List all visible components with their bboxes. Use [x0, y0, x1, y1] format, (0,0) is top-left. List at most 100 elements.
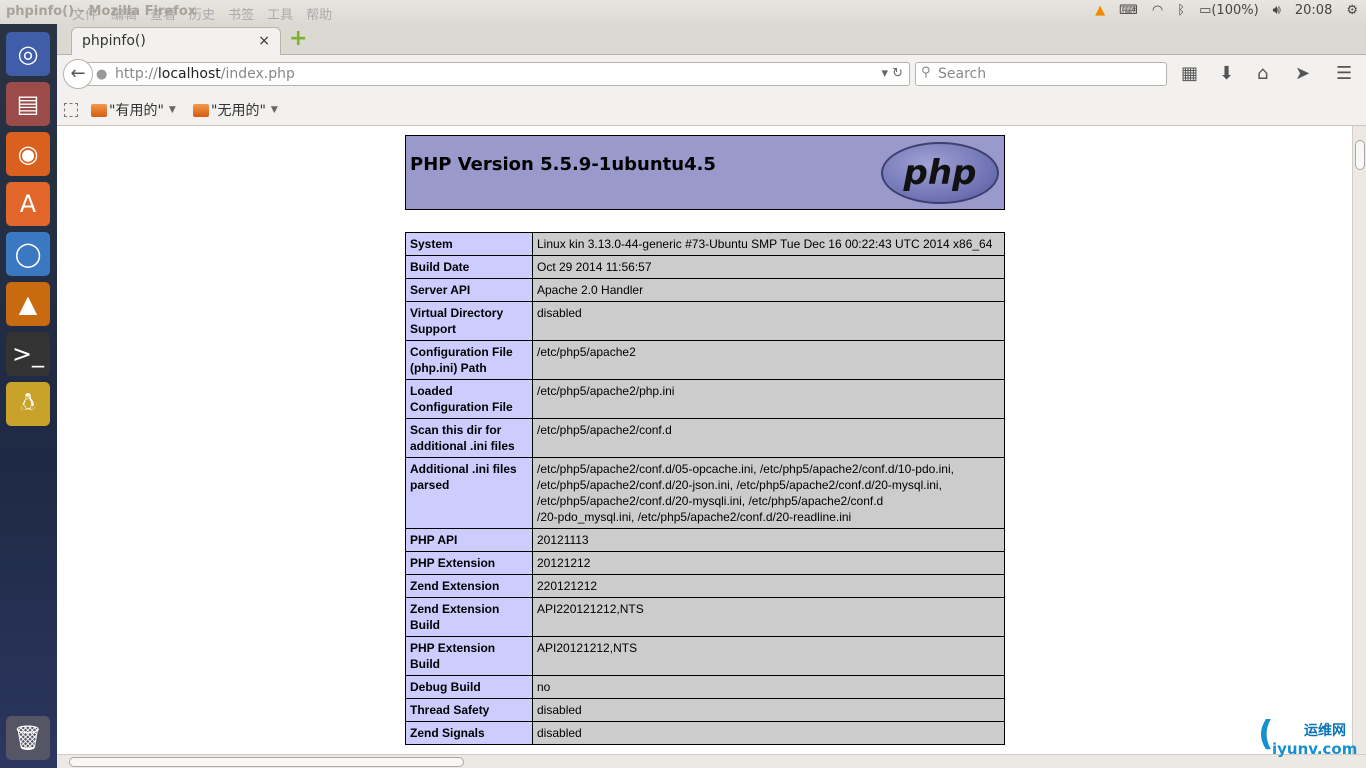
row-label: PHP API	[405, 528, 533, 552]
battery-icon: ▭	[1199, 3, 1212, 18]
firefox-icon[interactable]: ◉	[6, 132, 50, 176]
table-row: Configuration File (php.ini) Path/etc/ph…	[405, 340, 1005, 380]
php-info-table: System Linux kin 3.13.0-44-generic #73-Ub…	[405, 232, 1005, 745]
files-icon[interactable]: ▤	[6, 82, 50, 126]
launcher: ◎ ▤ ◉ A ◯ ▲ >_ 🐧︎ 🗑︎	[0, 24, 57, 768]
vlc-icon[interactable]: ▲	[6, 282, 50, 326]
row-value: 20121212	[532, 551, 1005, 575]
row-label: PHP Extension Build	[405, 636, 533, 676]
new-tab-button[interactable]: +	[289, 26, 307, 51]
watermark: ( 运维网 iyunv.com	[1258, 714, 1362, 762]
ubuntu-dash-icon[interactable]: ◎	[6, 32, 50, 76]
table-row: Loaded Configuration File/etc/php5/apach…	[405, 379, 1005, 419]
url-scheme: http://	[115, 66, 158, 82]
search-icon: ⚲	[921, 65, 931, 80]
tiles-icon[interactable]: ▦	[1181, 63, 1198, 84]
menu-bookmarks[interactable]: 书签	[228, 8, 254, 23]
chromium-icon[interactable]: ◯	[6, 232, 50, 276]
scroll-thumb[interactable]	[69, 757, 464, 767]
row-value: Linux kin 3.13.0-44-generic #73-Ubuntu S…	[532, 232, 1005, 256]
row-value: disabled	[532, 721, 1005, 745]
table-row: Zend Extension Build API220121212,NTS	[405, 597, 1005, 637]
row-label: Zend Signals	[405, 721, 533, 745]
system-tray: ▲ ⌨ ◠ ᛒ ▭(100%) 🔊︎ 20:08 ⚙	[1095, 3, 1358, 18]
home-icon[interactable]: ⌂	[1257, 63, 1268, 84]
horizontal-scrollbar[interactable]	[57, 754, 1366, 768]
navigation-bar: ● http://localhost/index.php ▾ ↻ ← ⚲ Sea…	[57, 55, 1366, 93]
row-value: no	[532, 675, 1005, 699]
row-value: /etc/php5/apache2	[532, 340, 1005, 380]
row-value: /etc/php5/apache2/conf.d/05-opcache.ini,…	[532, 457, 1005, 529]
folder-icon	[91, 103, 107, 117]
row-value: /etc/php5/apache2/php.ini	[532, 379, 1005, 419]
row-label: Configuration File (php.ini) Path	[405, 340, 533, 380]
row-label: Additional .ini files parsed	[405, 457, 533, 529]
url-path: /index.php	[220, 66, 295, 82]
top-panel: 文件 编辑 查看 历史 书签 工具 帮助 phpinfo() - Mozilla Firef…	[0, 0, 1366, 24]
window-title: phpinfo() - Mozilla Firefox	[6, 4, 197, 19]
row-label: Scan this dir for additional .ini files	[405, 418, 533, 458]
table-row: PHP Extension 20121212	[405, 551, 1005, 575]
row-value: disabled	[532, 698, 1005, 722]
menu-help[interactable]: 帮助	[306, 8, 332, 23]
bookmark-folder-useless[interactable]: "无用的" ▼	[193, 100, 278, 120]
clock[interactable]: 20:08	[1295, 3, 1332, 18]
row-label: Thread Safety	[405, 698, 533, 722]
trash-icon[interactable]: 🗑︎	[6, 716, 50, 760]
battery-indicator[interactable]: ▭(100%)	[1199, 3, 1259, 18]
table-row: Server API Apache 2.0 Handler	[405, 278, 1005, 302]
search-input[interactable]: ⚲ Search	[915, 62, 1167, 86]
url-host: localhost	[157, 66, 221, 82]
wifi-icon[interactable]: ◠	[1152, 3, 1163, 18]
send-icon[interactable]: ➤	[1295, 63, 1310, 84]
row-value: disabled	[532, 301, 1005, 341]
back-button[interactable]: ←	[63, 59, 93, 89]
vlc-tray-icon[interactable]: ▲	[1095, 3, 1105, 18]
row-value: 20121113	[532, 528, 1005, 552]
row-value: API220121212,NTS	[532, 597, 1005, 637]
tab-bar: phpinfo() × +	[57, 24, 1366, 55]
globe-icon: ●	[96, 67, 108, 82]
row-label: PHP Extension	[405, 551, 533, 575]
keyboard-icon[interactable]: ⌨	[1119, 3, 1138, 18]
table-row: Scan this dir for additional .ini files /…	[405, 418, 1005, 458]
bluetooth-icon[interactable]: ᛒ	[1177, 3, 1185, 18]
row-label: Zend Extension Build	[405, 597, 533, 637]
table-row: Build Date Oct 29 2014 11:56:57	[405, 255, 1005, 279]
menu-tools[interactable]: 工具	[267, 8, 293, 23]
bookmark-label: "有用的"	[109, 103, 164, 119]
folder-icon	[193, 103, 209, 117]
scroll-thumb[interactable]	[1355, 140, 1365, 170]
tab-title: phpinfo()	[82, 33, 146, 49]
url-dropdown-reload-icons[interactable]: ▾ ↻	[881, 66, 903, 81]
url-bar[interactable]: ● http://localhost/index.php ▾ ↻	[87, 62, 910, 86]
php-header: PHP Version 5.5.9-1ubuntu4.5 php	[405, 135, 1005, 210]
download-icon[interactable]: ⬇	[1219, 63, 1234, 84]
menu-icon[interactable]: ☰	[1336, 63, 1352, 84]
software-center-icon[interactable]: A	[6, 182, 50, 226]
watermark-en: iyunv.com	[1272, 740, 1358, 758]
power-gear-icon[interactable]: ⚙	[1346, 3, 1358, 18]
table-row: PHP API 20121113	[405, 528, 1005, 552]
vertical-scrollbar[interactable]	[1352, 126, 1366, 754]
row-label: System	[405, 232, 533, 256]
table-row: Thread Safety disabled	[405, 698, 1005, 722]
tab-close-button[interactable]: ×	[258, 33, 270, 49]
tab-phpinfo[interactable]: phpinfo() ×	[71, 27, 281, 55]
terminal-icon[interactable]: >_	[6, 332, 50, 376]
volume-icon[interactable]: 🔊︎	[1273, 3, 1281, 18]
table-row: Debug Build no	[405, 675, 1005, 699]
row-label: Server API	[405, 278, 533, 302]
bookmarks-toolbar-placeholder[interactable]	[64, 103, 78, 117]
chevron-down-icon: ▼	[168, 105, 176, 115]
table-row: Additional .ini files parsed/etc/php5/ap…	[405, 457, 1005, 529]
php-logo[interactable]: php	[881, 142, 999, 204]
bookmark-label: "无用的"	[211, 103, 266, 119]
table-row: PHP Extension Build API20121212,NTS	[405, 636, 1005, 676]
row-label: Zend Extension	[405, 574, 533, 598]
table-row: Zend Extension 220121212	[405, 574, 1005, 598]
row-label: Build Date	[405, 255, 533, 279]
row-label: Virtual Directory Support	[405, 301, 533, 341]
bookmark-folder-useful[interactable]: "有用的" ▼	[91, 100, 176, 120]
tux-icon[interactable]: 🐧︎	[6, 382, 50, 426]
